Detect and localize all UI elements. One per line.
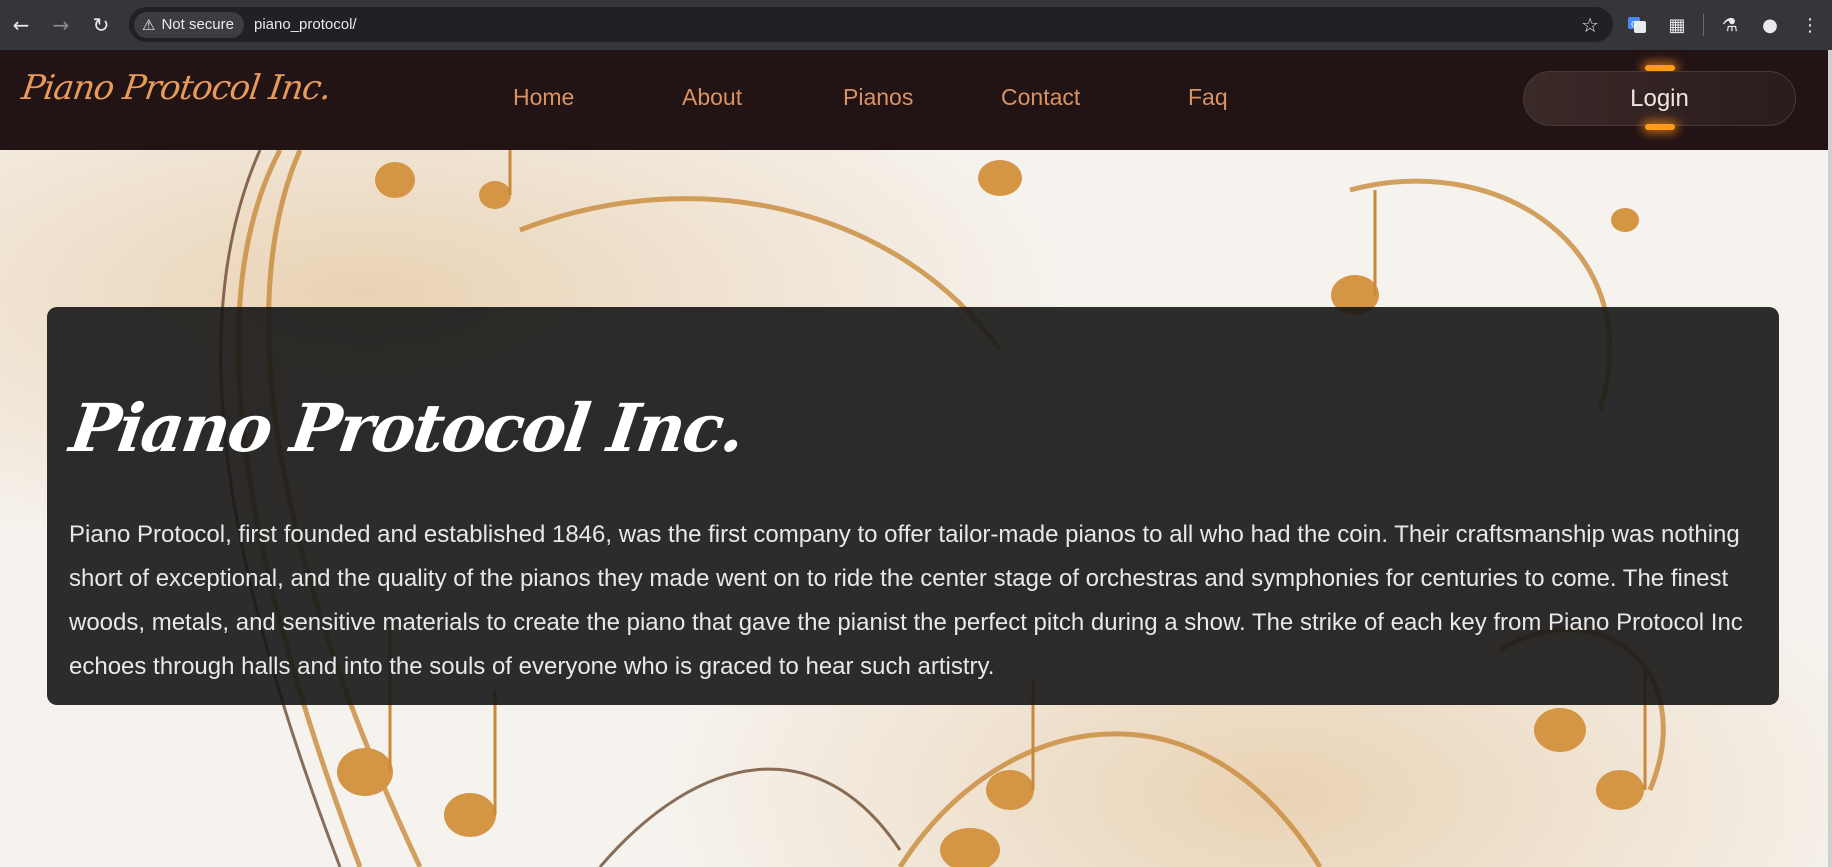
browser-toolbar: ← → ↻ ⚠ Not secure piano_protocol/ ☆ G ▦…	[0, 0, 1832, 50]
kebab-menu-icon[interactable]: ⋮	[1792, 7, 1828, 43]
translate-icon[interactable]: G	[1619, 7, 1655, 43]
toolbar-divider	[1703, 14, 1704, 36]
flask-icon[interactable]: ⚗	[1712, 7, 1748, 43]
puzzle-icon[interactable]: ▦	[1659, 7, 1695, 43]
nav-about[interactable]: About	[682, 84, 742, 111]
security-chip[interactable]: ⚠ Not secure	[134, 11, 244, 38]
intro-paragraph: Piano Protocol, first founded and establ…	[69, 521, 1743, 680]
login-glow-bottom	[1645, 124, 1675, 130]
url-text[interactable]: piano_protocol/	[254, 16, 357, 33]
svg-text:G: G	[1631, 20, 1637, 29]
forward-arrow-icon[interactable]: →	[42, 6, 80, 44]
login-button[interactable]: Login	[1523, 71, 1796, 126]
nav-faq[interactable]: Faq	[1188, 84, 1228, 111]
intro-card: Piano Protocol Inc. Piano Protocol, firs…	[47, 307, 1779, 705]
profile-icon[interactable]: ●	[1752, 7, 1788, 43]
nav-home[interactable]: Home	[513, 84, 574, 111]
back-arrow-icon[interactable]: ←	[2, 6, 40, 44]
nav-contact[interactable]: Contact	[1001, 84, 1080, 111]
site-header: Piano Protocol Inc. Home About Pianos Co…	[0, 50, 1828, 150]
address-bar[interactable]: ⚠ Not secure piano_protocol/ ☆	[129, 7, 1613, 42]
nav-pianos[interactable]: Pianos	[843, 84, 913, 111]
warning-triangle-icon: ⚠	[142, 16, 156, 34]
security-label: Not secure	[161, 16, 234, 33]
star-icon[interactable]: ☆	[1581, 13, 1599, 37]
reload-icon[interactable]: ↻	[82, 6, 120, 44]
page-title: Piano Protocol Inc.	[65, 389, 749, 467]
page-scrollbar[interactable]	[1828, 50, 1832, 867]
